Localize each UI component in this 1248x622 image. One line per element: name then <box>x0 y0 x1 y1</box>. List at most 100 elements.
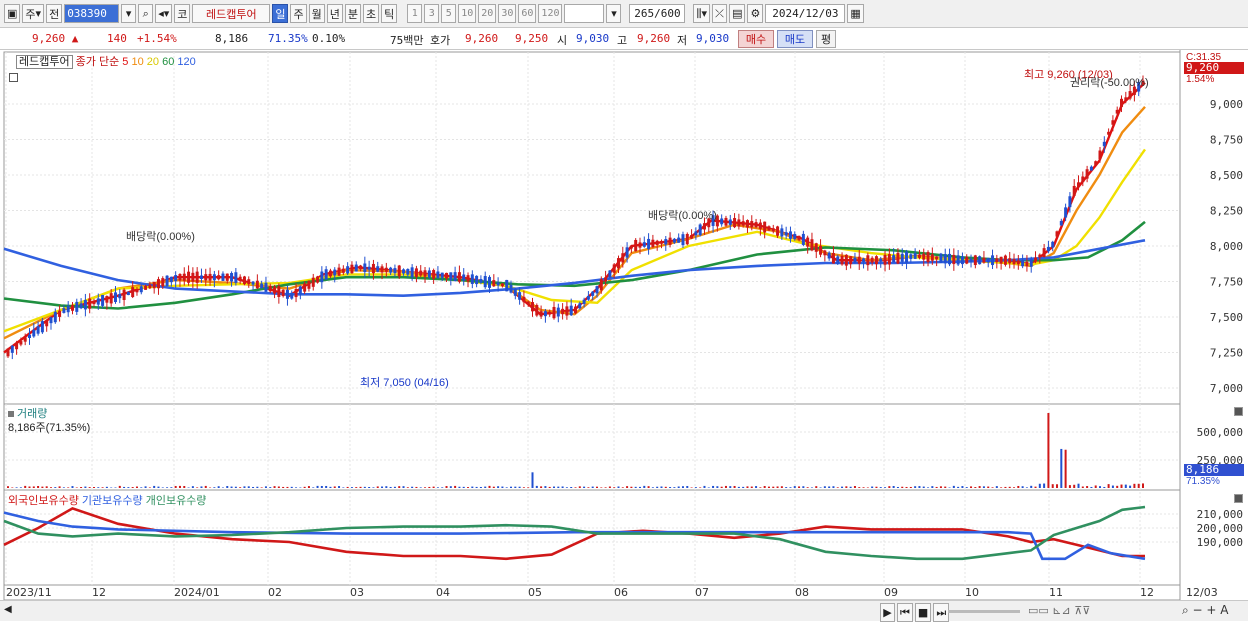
close-volume-pane-icon[interactable] <box>1234 407 1243 416</box>
interval-60[interactable]: 60 <box>518 4 536 23</box>
candle-body <box>759 223 762 229</box>
interval-1[interactable]: 1 <box>407 4 422 23</box>
interval-120[interactable]: 120 <box>538 4 562 23</box>
search-icon[interactable]: ⌕ <box>138 4 153 23</box>
zoom-slider[interactable] <box>948 610 1020 613</box>
interval-30[interactable]: 30 <box>498 4 516 23</box>
legend-stock-name[interactable]: 레드캡투어 <box>16 55 73 69</box>
gear-icon[interactable]: ⚙ <box>747 4 763 23</box>
candle-body <box>845 255 848 266</box>
candle-body <box>58 311 61 317</box>
candle-body <box>84 300 87 309</box>
tab-week[interactable]: 주 <box>290 4 306 23</box>
volume-bar <box>317 486 319 488</box>
type-select[interactable]: 주▾ <box>22 4 44 23</box>
candle-body <box>763 222 766 233</box>
candle-body <box>393 268 396 273</box>
turnover-rate: 0.10% <box>312 32 345 45</box>
candle-body <box>1021 260 1024 266</box>
stop-icon[interactable]: ■ <box>915 603 931 622</box>
buy-button[interactable]: 매수 <box>738 30 774 48</box>
toolbar: ▣ 주▾ 전 038390 ▾ ⌕ ◂▾ 코 레드캡투어 일 주 월 년 분 초… <box>0 0 1248 28</box>
volume-bar <box>213 487 215 488</box>
save-icon[interactable]: ▤ <box>729 4 745 23</box>
tab-day[interactable]: 일 <box>272 4 288 23</box>
tab-month[interactable]: 월 <box>309 4 325 23</box>
volume-bar <box>33 486 35 488</box>
date-field[interactable]: 2024/12/03 <box>765 4 845 23</box>
candle-body <box>978 256 981 264</box>
speaker-icon[interactable]: ◂▾ <box>155 4 172 23</box>
window-icon[interactable]: ▣ <box>4 4 20 23</box>
tab-year[interactable]: 년 <box>327 4 343 23</box>
tab-tick[interactable]: 틱 <box>381 4 397 23</box>
next-icon[interactable]: ▶ <box>880 603 895 622</box>
candle-body <box>832 253 835 264</box>
layout-icons[interactable]: ▭▭ ⊾⊿ ⊼⊽ <box>1028 604 1090 617</box>
candle-body <box>1025 262 1028 267</box>
candle-body <box>647 239 650 249</box>
stock-chart[interactable]: 9,0008,7508,5008,2508,0007,7507,5007,250… <box>0 50 1248 621</box>
eval-button[interactable]: 평 <box>816 30 836 48</box>
candle-body <box>527 302 530 305</box>
trade-amount: 75백만 <box>390 32 424 48</box>
volume-bar <box>385 486 387 488</box>
candle-body <box>484 276 487 287</box>
candle-body <box>1068 196 1071 207</box>
price-tick-label: 7,500 <box>1210 311 1243 324</box>
volume-bar <box>394 487 396 488</box>
time-tick-label: 12 <box>1140 586 1154 599</box>
candle-style-icon[interactable]: ⫼▾ <box>693 4 710 23</box>
code-label[interactable]: 코 <box>174 4 190 23</box>
data-count-field[interactable]: 265/600 <box>629 4 685 23</box>
volume-bar <box>239 487 241 488</box>
candle-body <box>15 343 18 349</box>
candle-body <box>1120 99 1123 107</box>
stock-code-input[interactable]: 038390 <box>64 4 119 23</box>
fast-forward-icon[interactable]: ⏭ <box>933 603 949 622</box>
volume-bar <box>673 487 675 488</box>
prev-button[interactable]: 전 <box>46 4 62 23</box>
interval-dropdown-icon[interactable]: ▾ <box>606 4 621 23</box>
scroll-left-icon[interactable]: ◀ <box>4 604 12 615</box>
volume-bar <box>832 486 834 488</box>
tab-second[interactable]: 초 <box>363 4 379 23</box>
volume-bar <box>463 487 465 488</box>
interval-20[interactable]: 20 <box>478 4 496 23</box>
sell-button[interactable]: 매도 <box>777 30 813 48</box>
candle-body <box>892 255 895 262</box>
candle-body <box>45 321 48 327</box>
volume-bar <box>1133 484 1135 488</box>
volume-bar <box>751 487 753 488</box>
volume-bar <box>721 487 723 488</box>
volume-bar <box>433 487 435 488</box>
candle-body <box>67 306 70 312</box>
candle-body <box>497 283 500 286</box>
volume-bar <box>16 487 18 488</box>
candle-body <box>475 276 478 284</box>
volume-bar <box>97 487 99 488</box>
candle-body <box>338 268 341 276</box>
interval-10[interactable]: 10 <box>458 4 476 23</box>
rewind-icon[interactable]: ⏮ <box>897 603 913 622</box>
candle-body <box>333 270 336 276</box>
draw-tool-icon[interactable]: ⤫ <box>712 4 727 23</box>
candle-body <box>802 234 805 245</box>
legend-ma20: 20 <box>147 56 159 68</box>
calendar-icon[interactable]: ▦ <box>847 4 863 23</box>
volume-bar <box>648 486 650 488</box>
volume-bar <box>274 486 276 488</box>
close-holding-pane-icon[interactable] <box>1234 494 1243 503</box>
candle-body <box>866 255 869 265</box>
interval-3[interactable]: 3 <box>424 4 439 23</box>
volume-bar <box>854 486 856 488</box>
interval-input[interactable] <box>564 4 604 23</box>
candle-body <box>957 255 960 264</box>
zoom-controls[interactable]: ⌕ − + A <box>1182 603 1228 618</box>
code-dropdown-icon[interactable]: ▾ <box>121 4 136 23</box>
price-tick-label: 7,250 <box>1210 347 1243 360</box>
chart-table-icon[interactable] <box>9 73 18 82</box>
tab-minute[interactable]: 분 <box>345 4 361 23</box>
interval-5[interactable]: 5 <box>441 4 456 23</box>
candle-body <box>316 277 319 283</box>
